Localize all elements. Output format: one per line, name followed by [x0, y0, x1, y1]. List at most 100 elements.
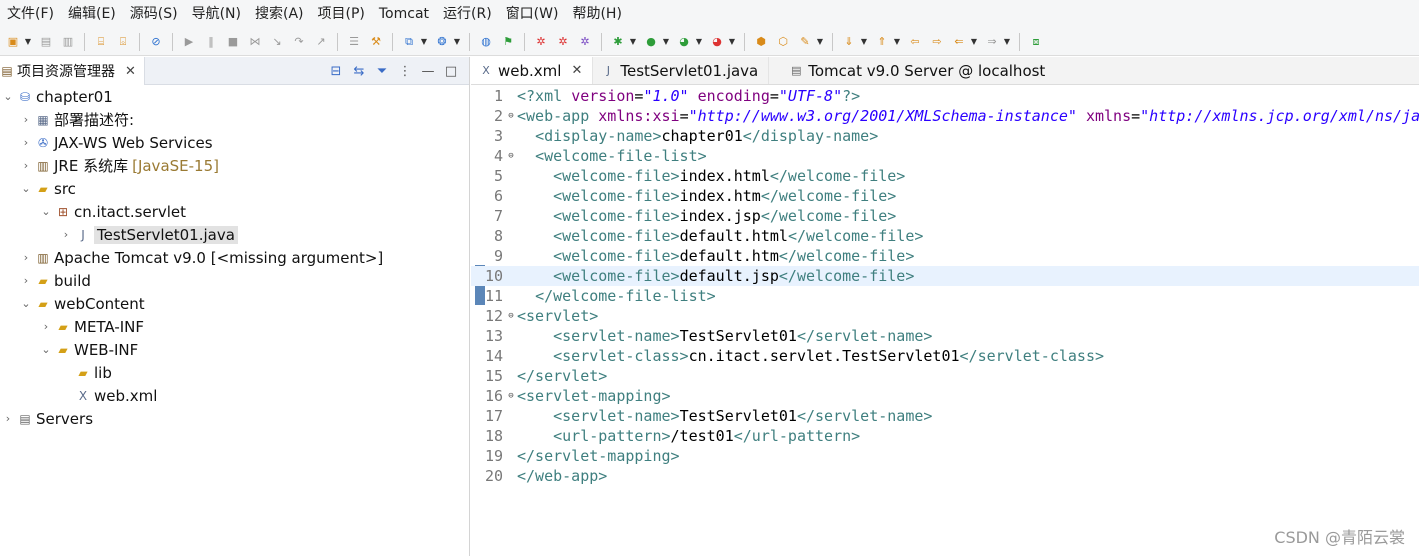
search-icon[interactable]: ✎ [796, 33, 814, 51]
publish-icon[interactable]: ⚑ [499, 33, 517, 51]
save-all-icon[interactable]: ▥ [59, 33, 77, 51]
menu-file[interactable]: 文件(F) [0, 0, 61, 28]
menu-source[interactable]: 源码(S) [123, 0, 185, 28]
tab-project-explorer[interactable]: ▤ 项目资源管理器 ✕ [0, 57, 145, 85]
chevron-down-icon[interactable]: ⌄ [18, 297, 34, 310]
skip-breakpoints-icon[interactable]: ⊘ [147, 33, 165, 51]
previous-annotation-dropdown-icon[interactable]: ▼ [893, 33, 901, 51]
next-annotation-icon[interactable]: ⇓ [840, 33, 858, 51]
suspend-icon[interactable]: ‖ [202, 33, 220, 51]
new-server-dropdown-icon[interactable]: ▼ [420, 33, 428, 51]
code-line[interactable]: 7 <welcome-file>index.jsp</welcome-file> [471, 206, 1419, 226]
menu-edit[interactable]: 编辑(E) [61, 0, 123, 28]
tree-item-deployment-descriptor[interactable]: › ▦ 部署描述符: [0, 108, 469, 131]
chevron-right-icon[interactable]: › [58, 228, 74, 241]
external-tools-icon[interactable]: ◕ [708, 33, 726, 51]
code-editor[interactable]: 1 <?xml version="1.0" encoding="UTF-8"?> 2… [471, 85, 1419, 556]
fold-toggle-icon[interactable]: ⊖ [505, 146, 517, 166]
tree-item-package[interactable]: ⌄ ⊞ cn.itact.servlet [0, 200, 469, 223]
web-browser-icon[interactable]: ◍ [477, 33, 495, 51]
new-wizard-dropdown-icon[interactable]: ▼ [453, 33, 461, 51]
open-perspective-icon[interactable]: ⧈ [1027, 33, 1045, 51]
chevron-right-icon[interactable]: › [0, 412, 16, 425]
run-configs-icon[interactable]: ⚒ [367, 33, 385, 51]
link-with-editor-icon[interactable]: ⇆ [349, 64, 369, 79]
tree-item-webcontent[interactable]: ⌄ ▰ webContent [0, 292, 469, 315]
menu-navigate[interactable]: 导航(N) [185, 0, 248, 28]
code-line[interactable]: 12 ⊖ <servlet> [471, 306, 1419, 326]
search-dropdown-icon[interactable]: ▼ [816, 33, 824, 51]
maximize-icon[interactable]: □ [441, 64, 461, 79]
tree-item-src[interactable]: ⌄ ▰ src [0, 177, 469, 200]
tree-item-build[interactable]: › ▰ build [0, 269, 469, 292]
new-server-icon[interactable]: ⧉ [400, 33, 418, 51]
tomcat-restart-icon[interactable]: ✲ [576, 33, 594, 51]
code-line[interactable]: 3 <display-name>chapter01</display-name> [471, 126, 1419, 146]
chevron-right-icon[interactable]: › [18, 113, 34, 126]
code-line[interactable]: 17 <servlet-name>TestServlet01</servlet-… [471, 406, 1419, 426]
code-line[interactable]: 10 <welcome-file>default.jsp</welcome-fi… [471, 266, 1419, 286]
code-line[interactable]: 6 <welcome-file>index.htm</welcome-file> [471, 186, 1419, 206]
fold-toggle-icon[interactable]: ⊖ [505, 306, 517, 326]
tab-testservlet01[interactable]: J TestServlet01.java [593, 57, 770, 84]
chevron-down-icon[interactable]: ⌄ [0, 90, 16, 103]
menu-help[interactable]: 帮助(H) [565, 0, 628, 28]
new-icon[interactable]: ▣ [4, 33, 22, 51]
tab-tomcat-server[interactable]: ▤ Tomcat v9.0 Server @ localhost [769, 57, 1055, 84]
run-dropdown-icon[interactable]: ▼ [662, 33, 670, 51]
code-line[interactable]: 2 ⊖ <web-app xmlns:xsi="http://www.w3.org/… [471, 106, 1419, 126]
back-dropdown-icon[interactable]: ▼ [970, 33, 978, 51]
close-icon[interactable]: ✕ [571, 63, 582, 78]
fold-toggle-icon[interactable]: ⊖ [505, 106, 517, 126]
tree-item-lib[interactable]: ▰ lib [0, 361, 469, 384]
step-over-icon[interactable]: ↷ [290, 33, 308, 51]
next-annotation-dropdown-icon[interactable]: ▼ [860, 33, 868, 51]
coverage-dropdown-icon[interactable]: ▼ [695, 33, 703, 51]
tomcat-stop-icon[interactable]: ✲ [554, 33, 572, 51]
forward-edit-icon[interactable]: ⇨ [928, 33, 946, 51]
code-line[interactable]: 9 <welcome-file>default.htm</welcome-fil… [471, 246, 1419, 266]
code-line[interactable]: 18 <url-pattern>/test01</url-pattern> [471, 426, 1419, 446]
code-line[interactable]: 5 <welcome-file>index.html</welcome-file… [471, 166, 1419, 186]
tree-item-jax-ws[interactable]: › ✇ JAX-WS Web Services [0, 131, 469, 154]
tree-item-chapter01[interactable]: ⌄ ⛁ chapter01 [0, 85, 469, 108]
tree-item-testservlet01[interactable]: › J TestServlet01.java [0, 223, 469, 246]
back-icon[interactable]: ⇐ [950, 33, 968, 51]
tree-item-web-inf[interactable]: ⌄ ▰ WEB-INF [0, 338, 469, 361]
code-line[interactable]: 1 <?xml version="1.0" encoding="UTF-8"?> [471, 86, 1419, 106]
code-line[interactable]: 13 <servlet-name>TestServlet01</servlet-… [471, 326, 1419, 346]
chevron-right-icon[interactable]: › [18, 274, 34, 287]
clean-icon[interactable]: ⌺ [114, 33, 132, 51]
step-into-icon[interactable]: ↘ [268, 33, 286, 51]
debug-icon[interactable]: ✱ [609, 33, 627, 51]
disconnect-icon[interactable]: ⋈ [246, 33, 264, 51]
chevron-down-icon[interactable]: ⌄ [18, 182, 34, 195]
new-wizard-icon[interactable]: ❂ [433, 33, 451, 51]
code-line[interactable]: 11 </welcome-file-list> [471, 286, 1419, 306]
save-icon[interactable]: ▤ [37, 33, 55, 51]
code-line[interactable]: 4 ⊖ <welcome-file-list> [471, 146, 1419, 166]
menu-project[interactable]: 项目(P) [311, 0, 372, 28]
open-type-icon[interactable]: ⬢ [752, 33, 770, 51]
menu-search[interactable]: 搜索(A) [248, 0, 311, 28]
external-tools-dropdown-icon[interactable]: ▼ [728, 33, 736, 51]
menu-run[interactable]: 运行(R) [436, 0, 499, 28]
forward-dropdown-icon[interactable]: ▼ [1003, 33, 1011, 51]
menu-tomcat[interactable]: Tomcat [372, 0, 436, 28]
menu-window[interactable]: 窗口(W) [499, 0, 566, 28]
tree-item-servers[interactable]: › ▤ Servers [0, 407, 469, 430]
open-task-icon[interactable]: ⬡ [774, 33, 792, 51]
filter-icon[interactable]: ⏷ [372, 64, 392, 79]
build-icon[interactable]: ⌸ [92, 33, 110, 51]
code-line[interactable]: 20 </web-app> [471, 466, 1419, 486]
tab-web-xml[interactable]: X web.xml ✕ [471, 57, 594, 84]
step-return-icon[interactable]: ↗ [312, 33, 330, 51]
toggle-list-icon[interactable]: ☰ [345, 33, 363, 51]
debug-dropdown-icon[interactable]: ▼ [629, 33, 637, 51]
tree-item-web-xml[interactable]: X web.xml [0, 384, 469, 407]
tree-item-jre-library[interactable]: › ▥ JRE 系统库 [JavaSE-15] [0, 154, 469, 177]
run-icon[interactable]: ● [642, 33, 660, 51]
code-line[interactable]: 15 </servlet> [471, 366, 1419, 386]
code-line[interactable]: 19 </servlet-mapping> [471, 446, 1419, 466]
view-menu-icon[interactable]: ⋮ [395, 64, 415, 79]
